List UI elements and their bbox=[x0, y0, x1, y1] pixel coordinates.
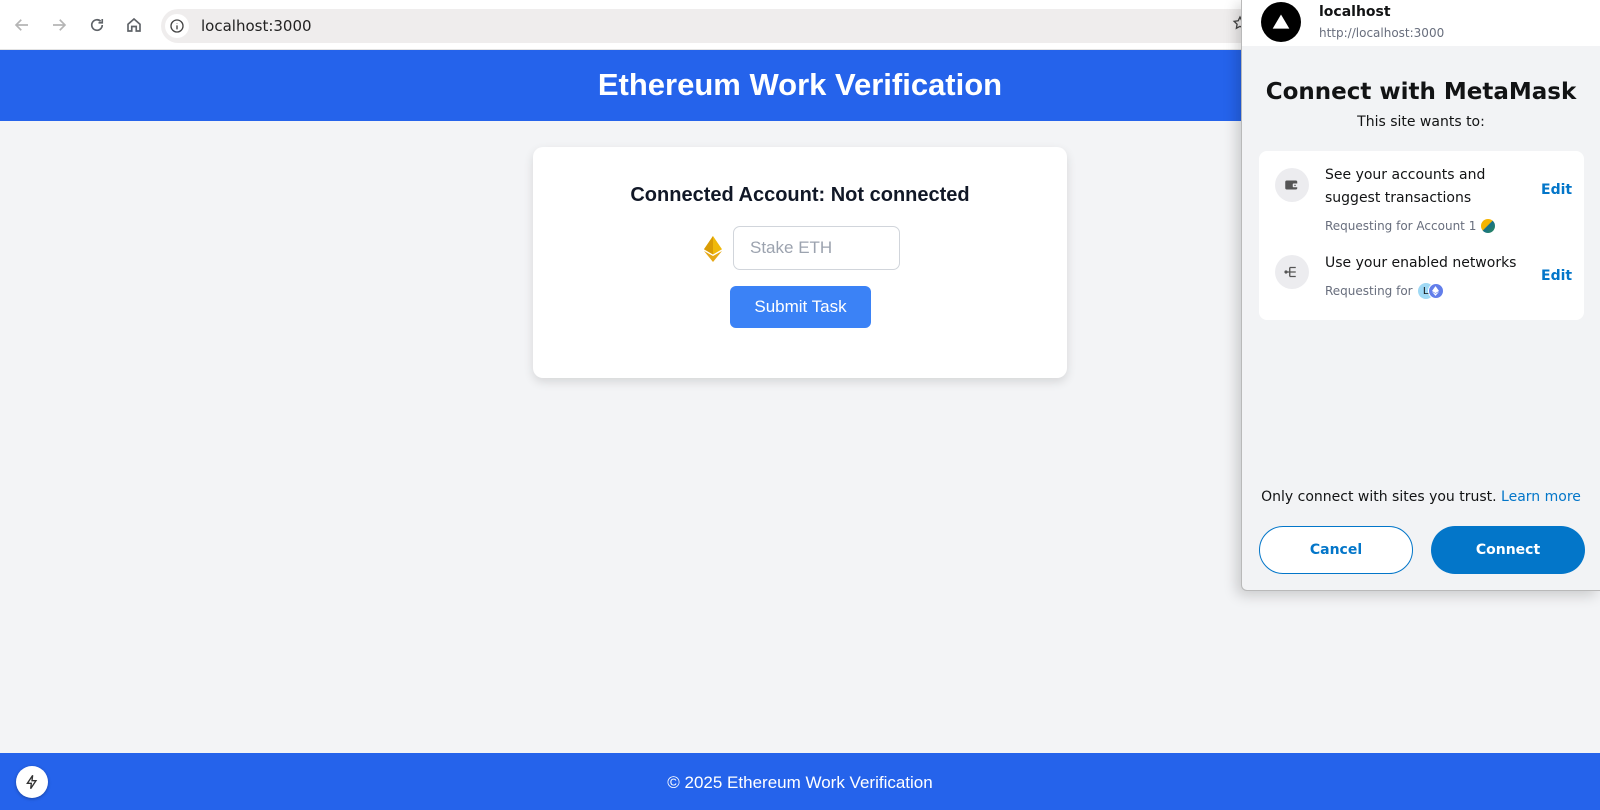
forward-button[interactable] bbox=[42, 8, 76, 42]
site-info-icon[interactable] bbox=[165, 14, 189, 38]
site-favicon bbox=[1261, 2, 1301, 42]
edit-accounts-link[interactable]: Edit bbox=[1541, 182, 1572, 198]
reload-button[interactable] bbox=[80, 8, 114, 42]
account-avatar bbox=[1481, 219, 1496, 233]
network-badges: L bbox=[1417, 283, 1444, 299]
trust-text: Only connect with sites you trust. bbox=[1261, 489, 1497, 505]
ethereum-network-icon bbox=[1427, 283, 1444, 299]
app-footer: © 2025 Ethereum Work Verification bbox=[0, 753, 1600, 810]
submit-task-button[interactable]: Submit Task bbox=[730, 286, 871, 328]
permission-subtitle: Requesting for Account 1 bbox=[1325, 219, 1496, 233]
site-name: localhost bbox=[1319, 4, 1391, 20]
connect-button[interactable]: Connect bbox=[1431, 526, 1585, 574]
permission-subtitle-text: Requesting for Account 1 bbox=[1325, 219, 1477, 233]
task-card: Connected Account: Not connected Submit … bbox=[533, 147, 1067, 378]
edit-networks-link[interactable]: Edit bbox=[1541, 268, 1572, 284]
back-button[interactable] bbox=[5, 8, 39, 42]
url-text: localhost:3000 bbox=[201, 17, 312, 35]
site-url: http://localhost:3000 bbox=[1319, 26, 1445, 40]
permission-title: Use your enabled networks bbox=[1325, 255, 1517, 271]
wallet-icon bbox=[1275, 168, 1309, 202]
network-icon bbox=[1275, 255, 1309, 289]
arrow-right-icon bbox=[53, 19, 67, 31]
permission-subtitle: Requesting for L bbox=[1325, 283, 1444, 299]
stake-eth-input[interactable] bbox=[733, 226, 900, 270]
cancel-button[interactable]: Cancel bbox=[1259, 526, 1413, 574]
permission-title: See your accounts and suggest transactio… bbox=[1325, 167, 1486, 206]
connected-account-label: Connected Account: Not connected bbox=[630, 184, 970, 206]
address-bar[interactable]: localhost:3000 bbox=[161, 9, 1261, 43]
connect-subtitle: This site wants to: bbox=[1357, 114, 1485, 130]
home-icon bbox=[127, 17, 141, 32]
triangle-icon bbox=[1272, 14, 1290, 29]
reload-icon bbox=[90, 18, 104, 32]
permission-subtitle-text: Requesting for bbox=[1325, 284, 1413, 298]
metamask-connect-popup: localhost http://localhost:3000 Connect … bbox=[1241, 0, 1600, 591]
arrow-left-icon bbox=[14, 19, 28, 31]
ethereum-icon bbox=[704, 236, 722, 262]
home-button[interactable] bbox=[117, 8, 151, 42]
learn-more-link[interactable]: Learn more bbox=[1501, 489, 1581, 505]
footer-copyright: © 2025 Ethereum Work Verification bbox=[667, 773, 933, 792]
permissions-list: See your accounts and suggest transactio… bbox=[1259, 151, 1584, 320]
site-header: localhost http://localhost:3000 bbox=[1242, 0, 1600, 46]
connect-title: Connect with MetaMask bbox=[1265, 79, 1577, 105]
trust-notice: Only connect with sites you trust. Learn… bbox=[1242, 489, 1600, 505]
